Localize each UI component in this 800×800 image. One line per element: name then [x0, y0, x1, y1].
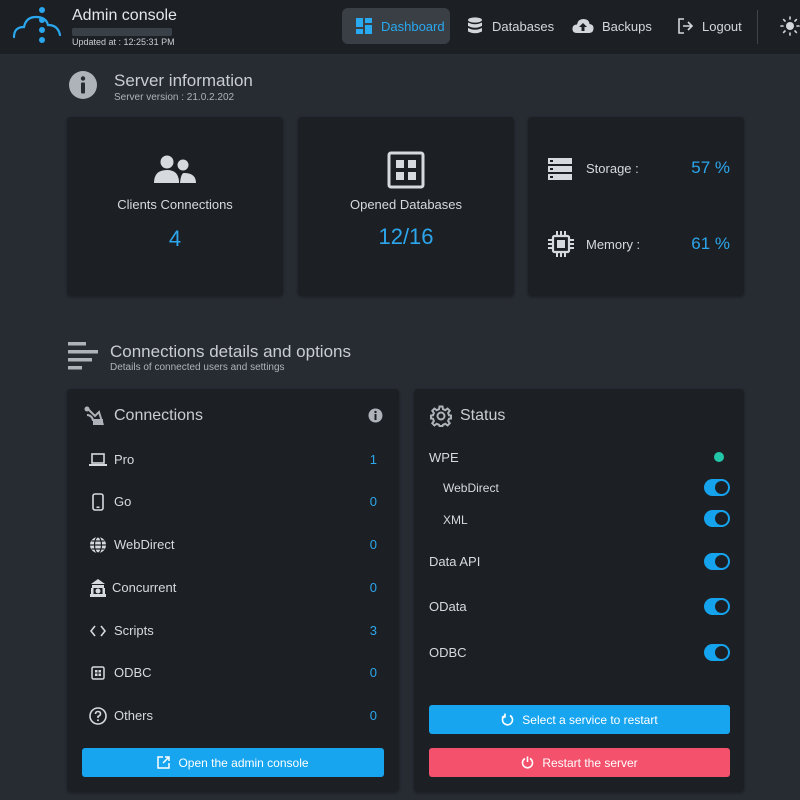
connection-label-webdirect: WebDirect — [114, 537, 175, 552]
connection-row-others: Others 0 — [81, 703, 399, 729]
nav-dashboard-label: Dashboard — [381, 18, 445, 34]
connection-label-pro: Pro — [114, 452, 135, 467]
connection-count-others: 0 — [369, 708, 377, 723]
connection-count-webdirect: 0 — [369, 537, 377, 552]
restart-icon — [501, 713, 515, 727]
status-gear-icon — [430, 405, 452, 427]
logout-icon — [676, 17, 694, 35]
nav-logout-label: Logout — [702, 18, 742, 34]
clients-connections-value: 4 — [168, 226, 182, 251]
webdirect-toggle[interactable] — [704, 479, 730, 496]
nav-databases[interactable]: Databases — [466, 8, 554, 44]
details-title: Connections details and options — [110, 342, 351, 361]
connections-title: Connections — [114, 407, 203, 424]
status-title: Status — [460, 407, 506, 424]
connection-row-scripts: Scripts 3 — [81, 618, 399, 644]
external-link-icon — [157, 755, 171, 770]
laptop-icon — [89, 451, 107, 469]
app-title: Admin console — [72, 7, 177, 24]
data-api-toggle[interactable] — [704, 553, 730, 570]
clients-connections-label: Clients Connections — [117, 197, 233, 212]
storage-server-icon — [548, 158, 572, 180]
status-data-api-label: Data API — [429, 554, 481, 569]
nav-dashboard[interactable]: Dashboard — [342, 8, 450, 44]
restart-server-label: Restart the server — [542, 755, 638, 770]
connection-label-go: Go — [114, 494, 132, 509]
connection-count-scripts: 3 — [369, 623, 377, 638]
status-odbc-label: ODBC — [429, 645, 467, 660]
concurrent-icon — [89, 579, 107, 597]
memory-label: Memory : — [586, 237, 641, 252]
status-xml-label: XML — [443, 513, 468, 527]
globe-icon — [89, 536, 107, 554]
top-bar: Admin console Updated at : 12:25:31 PM D… — [0, 0, 800, 54]
dashboard-icon — [355, 17, 373, 35]
status-panel: Status WPE WebDirect XML Data API OData … — [414, 389, 744, 792]
connection-row-pro: Pro 1 — [81, 447, 399, 473]
connection-label-scripts: Scripts — [114, 623, 154, 638]
connection-row-webdirect: WebDirect 0 — [81, 532, 399, 558]
nav-backups[interactable]: Backups — [572, 8, 652, 44]
app-logo-icon — [12, 7, 62, 43]
connection-row-concurrent: Concurrent 0 — [81, 575, 399, 601]
opened-databases-value: 12/16 — [378, 224, 434, 249]
resources-card: Storage : 57 % Memory : 61 % — [528, 117, 744, 296]
details-subtitle: Details of connected users and settings — [110, 362, 285, 373]
redacted-server-name — [72, 28, 172, 36]
connection-count-pro: 1 — [369, 452, 377, 467]
wpe-online-indicator — [714, 452, 724, 462]
connection-count-go: 0 — [369, 494, 377, 509]
clients-connections-card: Clients Connections 4 — [67, 117, 283, 296]
connection-label-concurrent: Concurrent — [112, 580, 177, 595]
mobile-icon — [89, 493, 107, 511]
connections-panel: Connections Pro 1 Go 0 WebDirect 0 Concu… — [67, 389, 399, 792]
opened-databases-label: Opened Databases — [349, 197, 463, 212]
open-admin-console-button[interactable]: Open the admin console — [82, 748, 384, 777]
connection-count-concurrent: 0 — [369, 580, 377, 595]
nav-divider — [757, 10, 758, 44]
server-version: Server version : 21.0.2.202 — [114, 92, 235, 103]
memory-value: 61 % — [691, 234, 730, 253]
status-wpe-label: WPE — [429, 450, 459, 465]
nav-databases-label: Databases — [492, 18, 555, 34]
odbc-toggle[interactable] — [704, 644, 730, 661]
connection-row-odbc: ODBC 0 — [81, 660, 399, 686]
open-admin-console-label: Open the admin console — [178, 755, 309, 770]
question-icon — [89, 707, 107, 725]
updated-timestamp: Updated at : 12:25:31 PM — [72, 37, 175, 47]
select-service-restart-button[interactable]: Select a service to restart — [429, 705, 730, 734]
status-webdirect-label: WebDirect — [443, 481, 499, 495]
odbc-icon — [89, 664, 107, 682]
nav-logout[interactable]: Logout — [676, 8, 742, 44]
odata-toggle[interactable] — [704, 598, 730, 615]
cloud-upload-icon — [572, 17, 594, 35]
memory-row: Memory : 61 % — [528, 230, 744, 260]
storage-value: 57 % — [691, 158, 730, 177]
connection-row-go: Go 0 — [81, 489, 399, 515]
restart-server-button[interactable]: Restart the server — [429, 748, 730, 777]
xml-toggle[interactable] — [704, 510, 730, 527]
nav-backups-label: Backups — [602, 18, 652, 34]
status-odata-label: OData — [429, 599, 467, 614]
database-icon — [466, 17, 484, 35]
connection-label-others: Others — [114, 708, 154, 723]
database-grid-icon — [387, 151, 425, 189]
memory-chip-icon — [548, 231, 574, 257]
server-info-title: Server information — [114, 71, 253, 90]
storage-row: Storage : 57 % — [528, 154, 744, 184]
theme-toggle-sun-icon[interactable] — [780, 16, 800, 36]
code-icon — [89, 622, 107, 640]
connections-info-icon[interactable] — [368, 408, 383, 423]
users-icon — [154, 155, 196, 183]
details-list-icon — [68, 342, 98, 370]
info-icon — [69, 71, 97, 99]
select-service-restart-label: Select a service to restart — [522, 712, 658, 727]
connection-label-odbc: ODBC — [114, 665, 152, 680]
power-icon — [521, 756, 535, 770]
connection-count-odbc: 0 — [369, 665, 377, 680]
connections-signal-icon — [84, 406, 104, 426]
opened-databases-card: Opened Databases 12/16 — [298, 117, 514, 296]
storage-label: Storage : — [586, 161, 639, 176]
